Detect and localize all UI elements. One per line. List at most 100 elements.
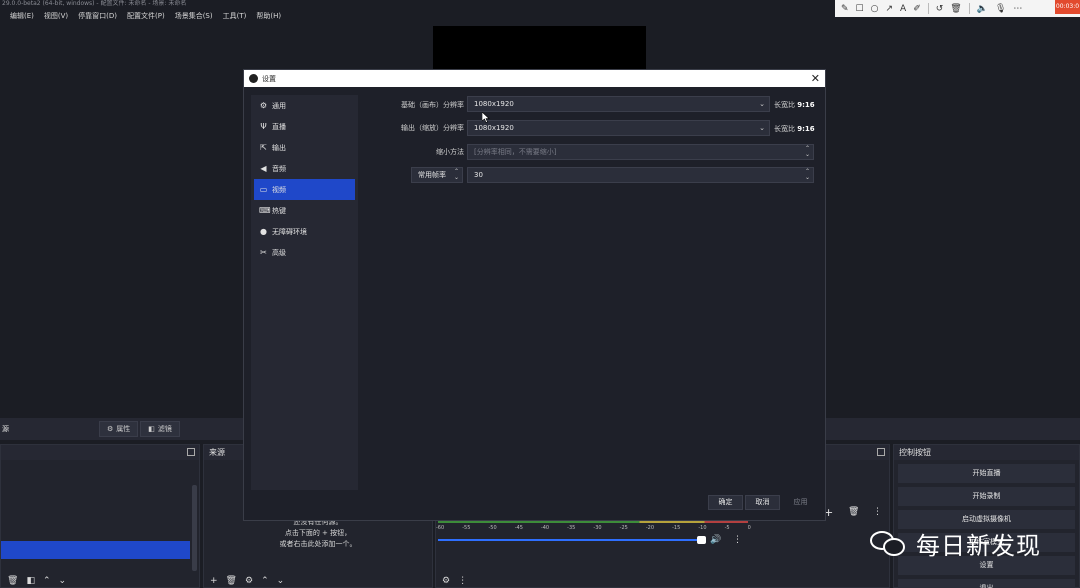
menu-profile[interactable]: 配置文件(P) bbox=[127, 11, 165, 21]
exit-button[interactable]: 退出 bbox=[898, 579, 1075, 588]
properties-button[interactable]: ⚙ 属性 bbox=[99, 421, 139, 437]
sidebar-item-label: 热键 bbox=[272, 206, 286, 215]
highlighter-icon[interactable]: ✐ bbox=[913, 4, 921, 14]
trash-icon[interactable]: 🗑 bbox=[848, 507, 859, 517]
more-icon[interactable]: ⋮ bbox=[873, 507, 882, 517]
scenes-dock: 🗑 ◧ ⌃ ⌄ bbox=[0, 444, 200, 588]
volume-slider-handle[interactable] bbox=[697, 536, 706, 544]
chevron-up-icon[interactable]: ⌃ bbox=[261, 576, 269, 586]
fps-value-combo[interactable]: 30 ⌃ ⌄ bbox=[467, 167, 814, 183]
accessibility-icon: ● bbox=[260, 227, 267, 236]
output-resolution-value: 1080x1920 bbox=[474, 124, 514, 132]
chevron-down-icon[interactable]: ⌄ bbox=[59, 576, 67, 586]
output-resolution-combo[interactable]: 1080x1920 ⌄ bbox=[467, 120, 770, 136]
base-resolution-label: 基础（画布）分辨率 bbox=[401, 101, 464, 109]
more-icon[interactable]: ⋮ bbox=[733, 535, 742, 545]
undo-icon[interactable]: ↺ bbox=[936, 4, 944, 14]
pencil-icon[interactable]: ✎ bbox=[841, 4, 849, 14]
sidebar-item-audio[interactable]: ◀ 音频 bbox=[254, 158, 355, 179]
aspect-prefix: 长宽比 bbox=[774, 125, 795, 133]
rectangle-icon[interactable]: ☐ bbox=[856, 4, 864, 14]
gear-icon[interactable]: ⚙ bbox=[245, 576, 253, 586]
downscale-filter-value: [分辨率相同，不需要缩小] bbox=[474, 148, 557, 156]
volume-slider[interactable] bbox=[438, 539, 701, 541]
start-streaming-button[interactable]: 开始直播 bbox=[898, 464, 1075, 483]
monitor-icon: ▭ bbox=[259, 185, 268, 194]
gear-icon: ⚙ bbox=[259, 101, 268, 110]
chevron-down-icon: ⌄ bbox=[759, 100, 765, 108]
menu-help[interactable]: 帮助(H) bbox=[256, 11, 281, 21]
settings-sidebar: ⚙ 通用 Ψ 直播 ⇱ 输出 ◀ 音频 ▭ 视频 ⌨ 热键 ● 无障碍环境 ✂ 高级 bbox=[251, 95, 358, 490]
sidebar-item-advanced[interactable]: ✂ 高级 bbox=[254, 242, 355, 263]
filter-icon[interactable]: ◧ bbox=[26, 576, 35, 586]
scenes-dock-title bbox=[1, 445, 199, 460]
menu-tools[interactable]: 工具(T) bbox=[223, 11, 247, 21]
sidebar-item-label: 视频 bbox=[272, 185, 286, 194]
ok-button[interactable]: 确定 bbox=[708, 495, 743, 510]
meter-tick: -40 bbox=[540, 525, 550, 531]
gear-icon[interactable]: ⚙ bbox=[442, 576, 450, 586]
sidebar-item-video[interactable]: ▭ 视频 bbox=[254, 179, 355, 200]
wechat-logo-icon bbox=[870, 529, 910, 559]
gear-icon: ⚙ bbox=[107, 425, 114, 433]
meter-tick: -45 bbox=[514, 525, 523, 531]
audio-mixer-footer: ⚙ ⋮ bbox=[436, 575, 889, 587]
menu-docks[interactable]: 停靠窗口(D) bbox=[78, 11, 117, 21]
meter-tick: -35 bbox=[567, 525, 576, 531]
base-resolution-combo[interactable]: 1080x1920 ⌄ bbox=[467, 96, 770, 112]
more-icon[interactable]: ⋯ bbox=[1013, 4, 1022, 14]
cancel-button[interactable]: 取消 bbox=[745, 495, 780, 510]
menu-view[interactable]: 视图(V) bbox=[44, 11, 68, 21]
menu-scene-collection[interactable]: 场景集合(S) bbox=[175, 11, 213, 21]
meter-tick: -55 bbox=[462, 525, 471, 531]
speaker-icon[interactable]: 🔊 bbox=[710, 535, 721, 545]
menu-edit[interactable]: 编辑(E) bbox=[10, 11, 34, 21]
output-resolution-label: 输出（缩放）分辨率 bbox=[401, 124, 464, 132]
downscale-filter-combo[interactable]: [分辨率相同，不需要缩小] ⌃ ⌄ bbox=[467, 144, 814, 160]
sidebar-item-output[interactable]: ⇱ 输出 bbox=[254, 137, 355, 158]
speaker-icon[interactable]: 🔈 bbox=[977, 4, 988, 14]
sidebar-item-label: 无障碍环境 bbox=[272, 227, 307, 236]
fps-type-combo[interactable]: 常用帧率 ⌃ ⌄ bbox=[411, 167, 463, 183]
apply-button[interactable]: 应用 bbox=[783, 495, 818, 510]
output-icon: ⇱ bbox=[260, 143, 267, 152]
text-icon[interactable]: A bbox=[900, 4, 906, 14]
recording-timer: 00:03:0 bbox=[1055, 0, 1080, 14]
more-icon[interactable]: ⋮ bbox=[458, 576, 467, 586]
aspect-value: 9:16 bbox=[797, 101, 815, 109]
chevron-up-icon[interactable]: ⌃ bbox=[43, 576, 51, 586]
properties-label: 属性 bbox=[116, 425, 131, 433]
meter-tick: -20 bbox=[645, 525, 655, 531]
arrow-icon[interactable]: ↗ bbox=[885, 4, 893, 14]
filters-button[interactable]: ◧ 滤镜 bbox=[140, 421, 180, 437]
trash-icon[interactable]: 🗑 bbox=[7, 576, 18, 586]
sidebar-item-label: 输出 bbox=[272, 143, 286, 152]
sidebar-item-accessibility[interactable]: ● 无障碍环境 bbox=[254, 221, 355, 242]
base-resolution-value: 1080x1920 bbox=[474, 100, 514, 108]
mouse-cursor-icon bbox=[482, 112, 490, 123]
aspect-value: 9:16 bbox=[797, 125, 815, 133]
start-recording-button[interactable]: 开始录制 bbox=[898, 487, 1075, 506]
scenes-footer: 🗑 ◧ ⌃ ⌄ bbox=[1, 575, 199, 587]
controls-dock-title: 控制按钮 bbox=[894, 445, 1079, 460]
sidebar-item-general[interactable]: ⚙ 通用 bbox=[254, 95, 355, 116]
popout-icon[interactable] bbox=[187, 448, 195, 456]
base-aspect-ratio: 长宽比 9:16 bbox=[774, 100, 815, 110]
trash-icon[interactable]: 🗑 bbox=[226, 576, 237, 586]
trash-icon[interactable]: 🗑 bbox=[950, 4, 961, 14]
add-icon[interactable]: + bbox=[210, 576, 218, 586]
scrollbar[interactable] bbox=[192, 485, 197, 571]
settings-dialog-title: 设置 bbox=[262, 74, 276, 83]
close-icon[interactable]: ✕ bbox=[811, 72, 820, 85]
meter-tick: -25 bbox=[619, 525, 628, 531]
mic-icon[interactable]: 🎙 bbox=[995, 4, 1006, 14]
chevron-down-icon[interactable]: ⌄ bbox=[277, 576, 285, 586]
popout-icon[interactable] bbox=[877, 448, 885, 456]
sidebar-item-hotkeys[interactable]: ⌨ 热键 bbox=[254, 200, 355, 221]
settings-dialog-titlebar: 设置 ✕ bbox=[244, 70, 825, 87]
sidebar-item-label: 通用 bbox=[272, 101, 286, 110]
scene-item-selected[interactable] bbox=[1, 541, 190, 559]
controls-dock: 控制按钮 开始直播 开始录制 启动虚拟摄像机 工作室模式 设置 退出 bbox=[893, 444, 1080, 588]
sidebar-item-stream[interactable]: Ψ 直播 bbox=[254, 116, 355, 137]
circle-icon[interactable]: ○ bbox=[871, 4, 879, 14]
